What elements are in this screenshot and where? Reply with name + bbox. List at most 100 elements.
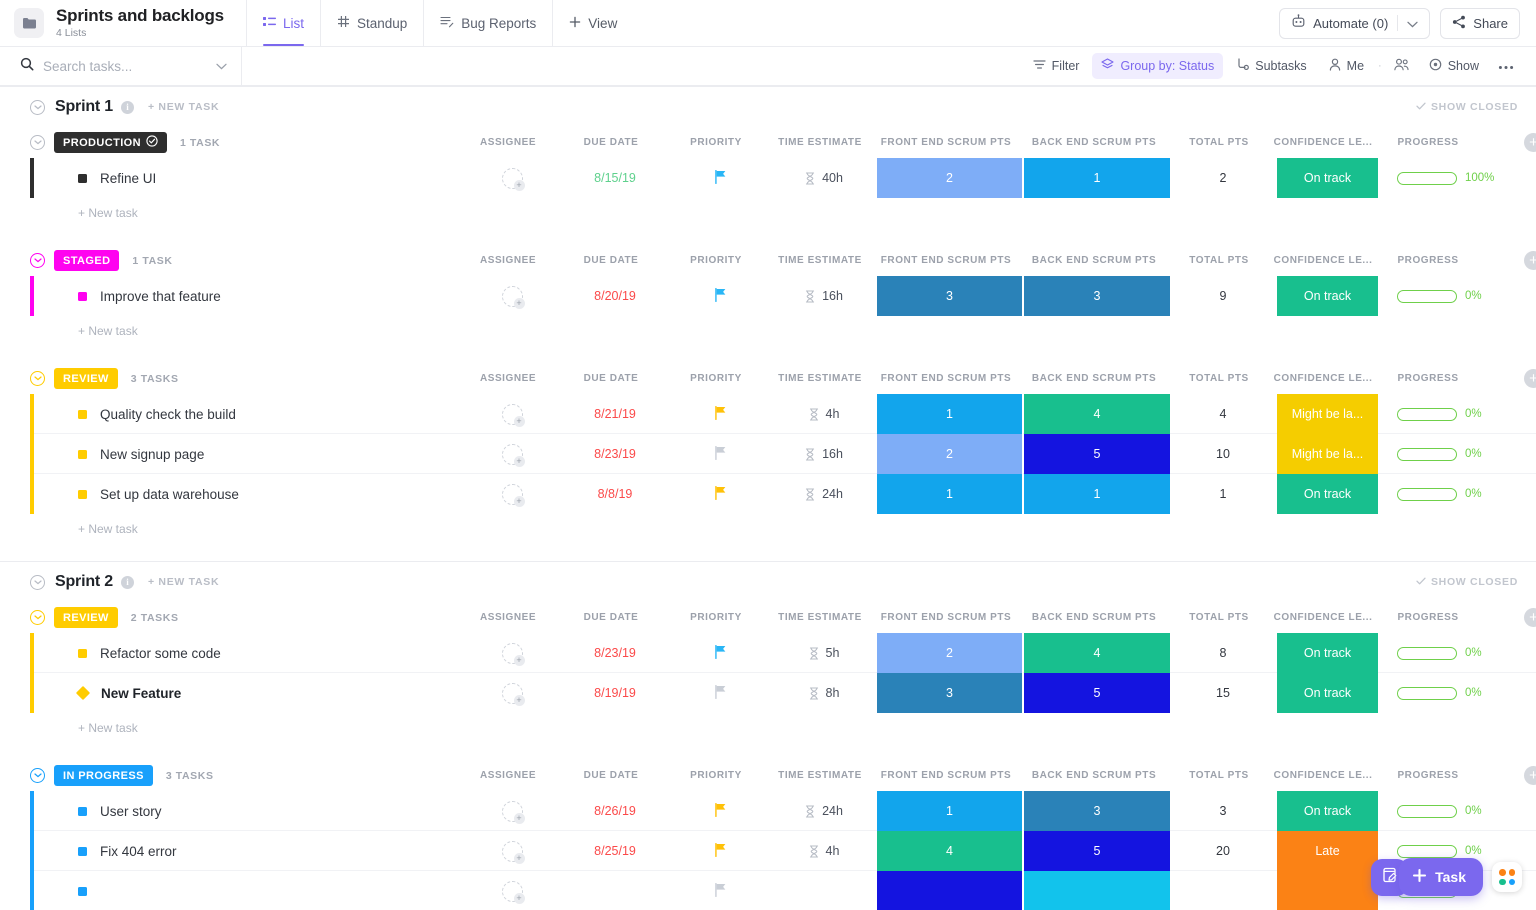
table-row[interactable]: Refactor some code 8/23/19 5h248On track… (34, 633, 1536, 673)
table-row[interactable] (34, 871, 1536, 910)
due-date-cell[interactable]: 8/23/19 (565, 633, 665, 673)
avatar-placeholder-icon[interactable] (502, 168, 523, 189)
front-end-points-cell[interactable]: 4 (877, 831, 1023, 871)
table-row[interactable]: Improve that feature 8/20/19 16h339On tr… (34, 276, 1536, 316)
confidence-cell[interactable]: Might be la... (1277, 434, 1378, 474)
task-name-cell[interactable]: Refine UI (78, 158, 156, 198)
front-end-points-cell[interactable]: 1 (877, 394, 1023, 434)
tab-bug-reports[interactable]: Bug Reports (423, 0, 552, 46)
due-date-cell[interactable] (565, 871, 665, 910)
task-name-cell[interactable]: Set up data warehouse (78, 474, 239, 514)
progress-cell[interactable]: 0% (1397, 633, 1536, 673)
assignee-cell[interactable] (472, 158, 552, 198)
total-points-cell[interactable] (1178, 871, 1268, 910)
time-estimate-cell[interactable]: 4h (774, 394, 874, 434)
total-points-cell[interactable]: 2 (1178, 158, 1268, 198)
total-points-cell[interactable]: 1 (1178, 474, 1268, 514)
table-row[interactable]: Set up data warehouse 8/8/19 24h111On tr… (34, 474, 1536, 514)
collapse-sprint-icon[interactable] (30, 100, 45, 115)
people-filter-button[interactable] (1387, 53, 1416, 79)
table-row[interactable]: Quality check the build 8/21/19 4h144Mig… (34, 394, 1536, 434)
new-task-row[interactable]: + New task (30, 713, 1536, 742)
progress-cell[interactable]: 100% (1397, 158, 1536, 198)
front-end-points-cell[interactable]: 1 (877, 474, 1023, 514)
time-estimate-cell[interactable]: 24h (774, 791, 874, 831)
assignee-cell[interactable] (472, 791, 552, 831)
share-button[interactable]: Share (1440, 8, 1520, 39)
avatar-placeholder-icon[interactable] (502, 404, 523, 425)
confidence-cell[interactable]: On track (1277, 474, 1378, 514)
apps-grid-icon[interactable] (1492, 862, 1522, 892)
confidence-cell[interactable] (1277, 871, 1378, 910)
total-points-cell[interactable]: 15 (1178, 673, 1268, 713)
confidence-cell[interactable]: On track (1277, 791, 1378, 831)
search-input[interactable] (43, 59, 183, 74)
avatar-placeholder-icon[interactable] (502, 881, 523, 902)
confidence-cell[interactable]: Late (1277, 831, 1378, 871)
time-estimate-cell[interactable]: 24h (774, 474, 874, 514)
confidence-cell[interactable]: On track (1277, 276, 1378, 316)
priority-cell[interactable] (680, 276, 760, 316)
assignee-cell[interactable] (472, 474, 552, 514)
avatar-placeholder-icon[interactable] (502, 444, 523, 465)
time-estimate-cell[interactable]: 40h (774, 158, 874, 198)
table-row[interactable]: User story 8/26/19 24h133On track 0% (34, 791, 1536, 831)
due-date-cell[interactable]: 8/15/19 (565, 158, 665, 198)
assignee-cell[interactable] (472, 871, 552, 910)
priority-cell[interactable] (680, 791, 760, 831)
info-icon[interactable]: i (121, 101, 134, 114)
subtasks-button[interactable]: Subtasks (1227, 53, 1315, 79)
task-name-cell[interactable]: New Feature (78, 673, 181, 713)
back-end-points-cell[interactable]: 5 (1024, 831, 1170, 871)
back-end-points-cell[interactable]: 5 (1024, 434, 1170, 474)
due-date-cell[interactable]: 8/20/19 (565, 276, 665, 316)
tab-list[interactable]: List (246, 0, 320, 46)
back-end-points-cell[interactable]: 1 (1024, 474, 1170, 514)
due-date-cell[interactable]: 8/19/19 (565, 673, 665, 713)
due-date-cell[interactable]: 8/26/19 (565, 791, 665, 831)
assignee-cell[interactable] (472, 394, 552, 434)
add-column-button[interactable]: + (1524, 133, 1536, 152)
assignee-cell[interactable] (472, 673, 552, 713)
tab-standup[interactable]: Standup (320, 0, 423, 46)
front-end-points-cell[interactable] (877, 871, 1023, 910)
front-end-points-cell[interactable]: 3 (877, 276, 1023, 316)
time-estimate-cell[interactable]: 8h (774, 673, 874, 713)
time-estimate-cell[interactable]: 4h (774, 831, 874, 871)
add-column-button[interactable]: + (1524, 251, 1536, 270)
due-date-cell[interactable]: 8/21/19 (565, 394, 665, 434)
back-end-points-cell[interactable]: 3 (1024, 791, 1170, 831)
table-row[interactable]: Refine UI 8/15/19 40h212On track 100% (34, 158, 1536, 198)
search-chevron-down-icon[interactable] (216, 57, 227, 75)
priority-cell[interactable] (680, 158, 760, 198)
confidence-cell[interactable]: On track (1277, 158, 1378, 198)
me-filter-button[interactable]: Me (1320, 53, 1373, 79)
front-end-points-cell[interactable]: 3 (877, 673, 1023, 713)
total-points-cell[interactable]: 9 (1178, 276, 1268, 316)
task-name-cell[interactable] (78, 871, 100, 910)
group-by-button[interactable]: Group by: Status (1092, 53, 1223, 79)
progress-cell[interactable]: 0% (1397, 276, 1536, 316)
priority-cell[interactable] (680, 831, 760, 871)
back-end-points-cell[interactable]: 4 (1024, 394, 1170, 434)
confidence-cell[interactable]: On track (1277, 673, 1378, 713)
total-points-cell[interactable]: 4 (1178, 394, 1268, 434)
tab-add-view[interactable]: View (552, 0, 633, 46)
progress-cell[interactable]: 0% (1397, 673, 1536, 713)
task-name-cell[interactable]: User story (78, 791, 162, 831)
confidence-cell[interactable]: On track (1277, 633, 1378, 673)
back-end-points-cell[interactable]: 5 (1024, 673, 1170, 713)
avatar-placeholder-icon[interactable] (502, 484, 523, 505)
table-row[interactable]: New Feature 8/19/19 8h3515On track 0% (34, 673, 1536, 713)
confidence-cell[interactable]: Might be la... (1277, 394, 1378, 434)
info-icon[interactable]: i (121, 576, 134, 589)
avatar-placeholder-icon[interactable] (502, 643, 523, 664)
show-closed-button[interactable]: SHOW CLOSED (1416, 576, 1518, 588)
front-end-points-cell[interactable]: 2 (877, 633, 1023, 673)
add-task-button[interactable]: Task (1399, 858, 1483, 896)
filter-button[interactable]: Filter (1024, 53, 1089, 79)
priority-cell[interactable] (680, 394, 760, 434)
back-end-points-cell[interactable]: 3 (1024, 276, 1170, 316)
time-estimate-cell[interactable]: 16h (774, 276, 874, 316)
assignee-cell[interactable] (472, 831, 552, 871)
